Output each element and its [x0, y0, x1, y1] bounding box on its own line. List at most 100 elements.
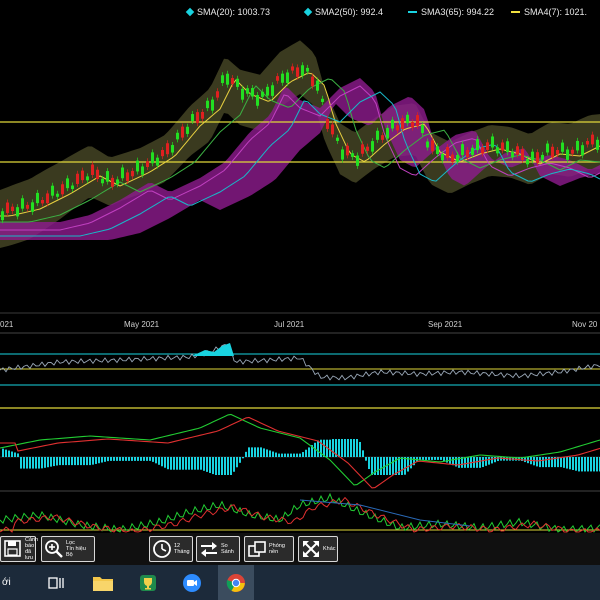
candle-body	[121, 167, 124, 179]
chrome-button[interactable]	[218, 565, 254, 600]
macd-histogram-bar	[236, 457, 238, 468]
macd-histogram-bar	[425, 457, 427, 460]
x-tick-label: May 2021	[124, 320, 160, 329]
candle-body	[361, 144, 364, 154]
candle-body	[581, 145, 584, 156]
candle-body	[261, 91, 264, 97]
macd-histogram-bar	[41, 457, 43, 469]
macd-histogram-bar	[38, 457, 40, 469]
macd-histogram-bar	[47, 457, 49, 468]
macd-histogram-bar	[224, 457, 226, 475]
macd-histogram-bar	[296, 453, 298, 457]
candle-body	[71, 185, 74, 190]
candle-body	[226, 73, 229, 85]
macd-panel[interactable]	[0, 413, 600, 489]
macd-histogram-bar	[308, 447, 310, 457]
macd-histogram-bar	[596, 457, 598, 472]
candle-body	[476, 139, 479, 151]
candle-body	[6, 202, 9, 214]
candle-body	[596, 139, 599, 150]
macd-histogram-bar	[539, 457, 541, 468]
candle-body	[136, 160, 139, 172]
macd-histogram-bar	[188, 457, 190, 470]
macd-histogram-bar	[5, 449, 7, 457]
compare-button[interactable]: So Sánh	[196, 536, 240, 562]
period-button[interactable]: 12 Tháng	[149, 536, 193, 562]
trophy-app-icon	[140, 574, 156, 591]
macd-histogram-bar	[467, 457, 469, 468]
candle-body	[436, 146, 439, 155]
x-tick-label: Nov 20	[572, 320, 598, 329]
macd-histogram-bar	[359, 441, 361, 457]
macd-histogram-bar	[269, 450, 271, 457]
zoom-background-button[interactable]: Phóng nền	[244, 536, 294, 562]
candle-body	[21, 198, 24, 209]
rsi-panel[interactable]	[0, 332, 600, 409]
file-explorer-button[interactable]	[85, 565, 121, 600]
macd-histogram-bar	[149, 457, 151, 461]
taskbar-search-box[interactable]: ới	[0, 565, 34, 600]
candle-body	[371, 141, 374, 152]
macd-histogram-bar	[185, 457, 187, 470]
price-panel[interactable]	[0, 40, 600, 248]
candle-body	[541, 154, 544, 160]
app-green-button[interactable]	[130, 565, 166, 600]
task-view-icon	[48, 576, 64, 589]
stochastic-d-line	[0, 496, 600, 533]
macd-histogram-bar	[302, 452, 304, 457]
swap-arrows-icon	[201, 542, 217, 557]
candle-body	[516, 146, 519, 155]
chrome-icon	[226, 573, 245, 592]
stochastic-k-line	[0, 492, 600, 533]
filter-signal-button[interactable]: Lọc Tín hiệu Bộ	[41, 536, 95, 562]
macd-histogram-bar	[131, 457, 133, 461]
macd-histogram-bar	[440, 457, 442, 460]
macd-histogram-bar	[476, 457, 478, 468]
other-button[interactable]: Khác	[298, 536, 338, 562]
stochastic-extra-line	[299, 499, 471, 527]
candle-body	[31, 202, 34, 212]
candle-body	[86, 176, 89, 181]
macd-histogram-bar	[155, 457, 157, 464]
macd-histogram-bar	[317, 440, 319, 457]
macd-histogram-bar	[560, 457, 562, 468]
macd-histogram-bar	[566, 457, 568, 469]
macd-histogram-bar	[404, 457, 406, 475]
candle-body	[51, 185, 54, 196]
candle-body	[36, 192, 39, 204]
candle-body	[196, 112, 199, 124]
bottom-toolbar: Cảnh báo đã lưu Lọc Tín hiệu Bộ 12 Tháng…	[0, 533, 600, 565]
candle-body	[551, 146, 554, 158]
candle-body	[446, 146, 449, 158]
macd-histogram-bar	[542, 457, 544, 468]
macd-histogram-bar	[428, 457, 430, 460]
macd-histogram-bar	[65, 457, 67, 466]
candle-body	[441, 153, 444, 161]
candle-body	[351, 153, 354, 157]
app-blue-button[interactable]	[174, 565, 210, 600]
candle-body	[91, 164, 94, 175]
windows-taskbar: ới	[0, 565, 600, 600]
candle-body	[246, 88, 249, 94]
macd-histogram-bar	[275, 452, 277, 457]
candle-body	[396, 125, 399, 131]
macd-histogram-bar	[545, 457, 547, 468]
candle-body	[451, 154, 454, 162]
stochastic-panel[interactable]	[0, 490, 600, 533]
macd-histogram-bar	[29, 457, 31, 469]
saved-alerts-button[interactable]: Cảnh báo đã lưu	[0, 536, 38, 562]
macd-histogram-bar	[86, 457, 88, 466]
macd-histogram-bar	[305, 449, 307, 457]
candle-body	[301, 65, 304, 76]
macd-histogram-bar	[179, 457, 181, 470]
candle-body	[211, 99, 214, 111]
stock-chart[interactable]: 021 May 2021 Jul 2021 Sep 2021 Nov 20	[0, 0, 600, 533]
candle-body	[41, 199, 44, 204]
candle-body	[286, 72, 289, 83]
candle-body	[96, 169, 99, 179]
macd-histogram-bar	[422, 457, 424, 460]
macd-histogram-bar	[32, 457, 34, 469]
candle-body	[401, 118, 404, 129]
task-view-button[interactable]	[38, 565, 74, 600]
macd-histogram-bar	[536, 457, 538, 467]
